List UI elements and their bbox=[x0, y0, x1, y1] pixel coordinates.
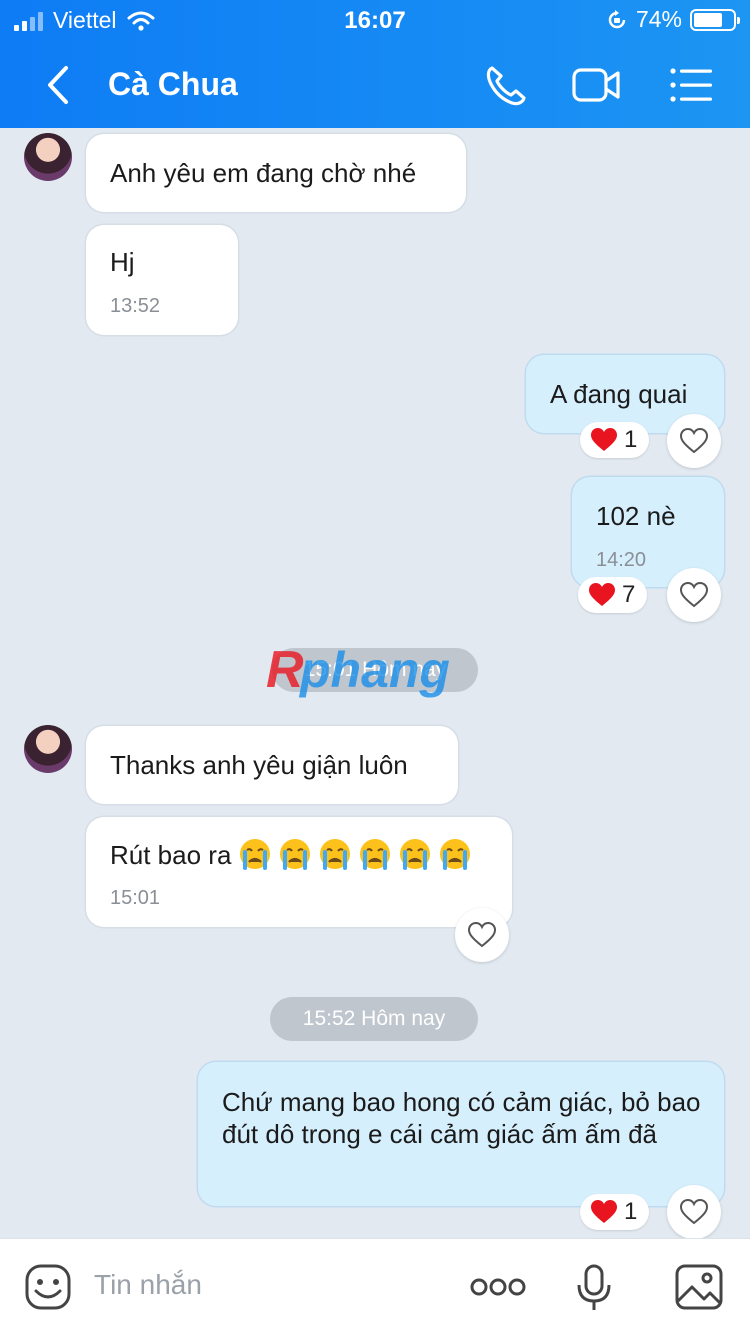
crying-face-emoji bbox=[360, 839, 391, 870]
message-text: Hj bbox=[110, 247, 135, 277]
message-text: 102 nè bbox=[596, 501, 676, 531]
svg-text:phang: phang bbox=[298, 642, 450, 698]
video-call-icon[interactable] bbox=[568, 60, 624, 110]
message-bubble[interactable]: Hj 13:52 bbox=[86, 225, 238, 335]
message-text: Anh yêu em đang chờ nhé bbox=[110, 158, 417, 188]
emoji-row bbox=[231, 839, 471, 870]
crying-face-emoji bbox=[320, 839, 351, 870]
time-separator: 15:52 Hôm nay bbox=[270, 997, 478, 1041]
message-text: Rút bao ra bbox=[110, 840, 232, 870]
message-text-row: Rút bao ra bbox=[110, 838, 492, 871]
message-bubble[interactable]: Chứ mang bao hong có cảm giác, bỏ bao đú… bbox=[198, 1062, 724, 1206]
crying-face-emoji bbox=[400, 839, 431, 870]
react-button[interactable] bbox=[667, 568, 721, 622]
battery-icon bbox=[690, 8, 740, 31]
react-button[interactable] bbox=[667, 1185, 721, 1239]
message-time: 13:52 bbox=[110, 295, 161, 317]
back-icon[interactable] bbox=[38, 64, 78, 106]
heart-icon bbox=[591, 1200, 617, 1223]
react-button[interactable] bbox=[455, 908, 509, 962]
message-bubble[interactable]: Rút bao ra 15:01 bbox=[86, 817, 512, 927]
message-bubble[interactable]: Thanks anh yêu giận luôn bbox=[86, 726, 458, 804]
reaction-badge[interactable]: 1 bbox=[580, 1194, 650, 1230]
image-icon[interactable] bbox=[674, 1263, 724, 1311]
heart-icon bbox=[591, 428, 617, 451]
battery-info: 74% bbox=[606, 6, 740, 33]
heart-outline-icon bbox=[679, 427, 709, 454]
crying-face-emoji bbox=[280, 839, 311, 870]
message-time: 14:20 bbox=[596, 549, 647, 571]
watermark-logo: R phang bbox=[266, 641, 450, 699]
message-list[interactable]: Anh yêu em đang chờ nhé Hj 13:52 A đang … bbox=[0, 128, 750, 1239]
nav-bar: Cà Chua bbox=[0, 50, 750, 120]
heart-outline-icon bbox=[467, 921, 497, 948]
menu-icon[interactable] bbox=[664, 60, 720, 110]
reaction-count: 1 bbox=[624, 1198, 638, 1225]
message-text: A đang quai bbox=[550, 379, 688, 409]
microphone-icon[interactable] bbox=[576, 1263, 612, 1313]
message-bubble[interactable]: Anh yêu em đang chờ nhé bbox=[86, 134, 466, 212]
crying-face-emoji bbox=[240, 839, 271, 870]
message-text: Chứ mang bao hong có cảm giác, bỏ bao đú… bbox=[222, 1087, 701, 1149]
more-icon[interactable] bbox=[470, 1273, 526, 1301]
message-text: Thanks anh yêu giận luôn bbox=[110, 750, 408, 780]
phone-icon[interactable] bbox=[478, 60, 534, 110]
message-input[interactable] bbox=[94, 1265, 434, 1305]
react-button[interactable] bbox=[667, 414, 721, 468]
heart-icon bbox=[589, 583, 615, 606]
avatar[interactable] bbox=[24, 725, 72, 773]
reaction-count: 7 bbox=[622, 581, 636, 608]
reaction-count: 1 bbox=[624, 426, 638, 453]
svg-text:R: R bbox=[266, 641, 304, 699]
sticker-icon[interactable] bbox=[24, 1263, 72, 1311]
status-bar: Viettel 16:07 74% bbox=[0, 0, 750, 42]
avatar[interactable] bbox=[24, 133, 72, 181]
crying-face-emoji bbox=[440, 839, 471, 870]
heart-outline-icon bbox=[679, 581, 709, 608]
heart-outline-icon bbox=[679, 1198, 709, 1225]
message-time: 15:01 bbox=[110, 887, 161, 909]
contact-name[interactable]: Cà Chua bbox=[108, 66, 238, 103]
composer-bar bbox=[0, 1238, 750, 1334]
rotation-lock-icon bbox=[608, 9, 626, 28]
chat-header: Viettel 16:07 74% Cà Chua bbox=[0, 0, 750, 128]
battery-percent: 74% bbox=[635, 6, 682, 32]
reaction-badge[interactable]: 7 bbox=[578, 577, 648, 613]
reaction-badge[interactable]: 1 bbox=[580, 422, 650, 458]
